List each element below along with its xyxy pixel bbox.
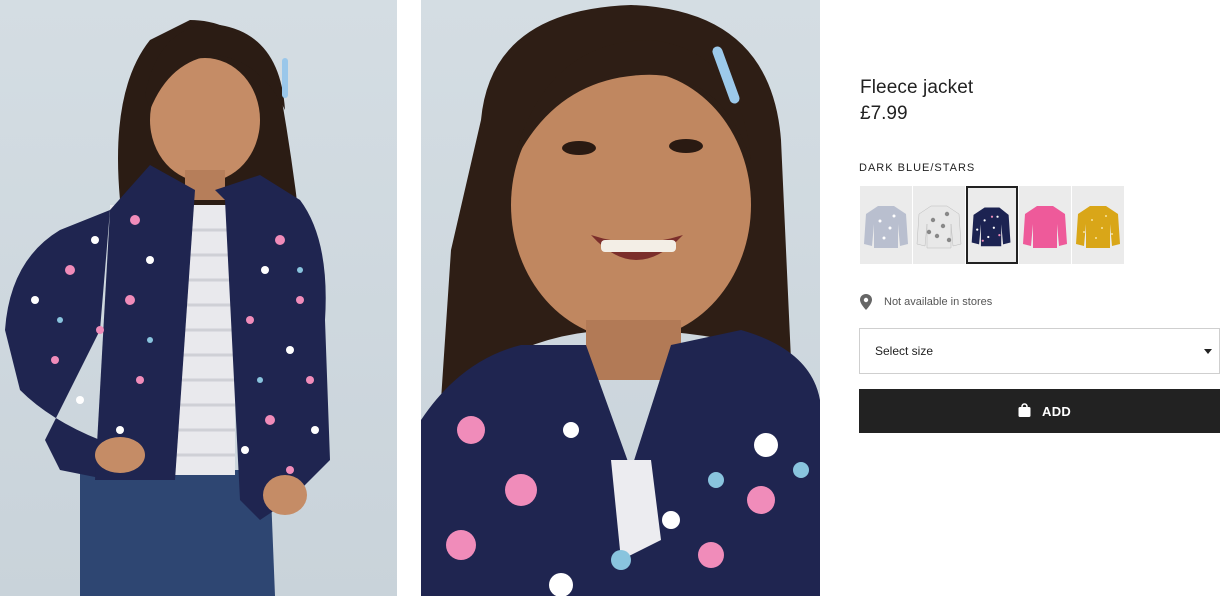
product-image-closeup[interactable]: [421, 0, 820, 596]
add-button-label: ADD: [1042, 404, 1072, 419]
shopping-bag-icon: [1018, 403, 1031, 417]
size-select-label: Select size: [875, 344, 934, 358]
selected-color-label: DARK BLUE/STARS: [859, 162, 976, 174]
model-illustration: [5, 20, 330, 596]
jacket-thumbnail-icon: [1076, 206, 1120, 248]
product-title: Fleece jacket: [860, 77, 974, 98]
product-price: £7.99: [860, 103, 908, 124]
swatch-grey-print[interactable]: [860, 186, 912, 264]
color-swatches: [860, 186, 1130, 264]
swatch-dark-blue-stars[interactable]: [966, 186, 1018, 264]
caret-down-icon: [1204, 349, 1212, 354]
jacket-thumbnail-icon: [1023, 206, 1067, 248]
jacket-thumbnail-icon: [864, 206, 908, 248]
swatch-pink[interactable]: [1019, 186, 1071, 264]
jacket-thumbnail-icon: [971, 207, 1011, 247]
availability-text: Not available in stores: [884, 296, 993, 308]
swatch-yellow-dots[interactable]: [1072, 186, 1124, 264]
add-to-bag-button[interactable]: ADD: [859, 389, 1220, 433]
jacket-thumbnail-icon: [916, 205, 962, 249]
location-pin-icon: [860, 294, 872, 310]
model-closeup-illustration: [421, 5, 820, 596]
product-image-full[interactable]: [0, 0, 397, 596]
swatch-white-grey-print[interactable]: [913, 186, 965, 264]
product-info-panel: Fleece jacket £7.99 DARK BLUE/STARS Not …: [859, 0, 1220, 603]
size-select[interactable]: Select size: [859, 328, 1220, 374]
